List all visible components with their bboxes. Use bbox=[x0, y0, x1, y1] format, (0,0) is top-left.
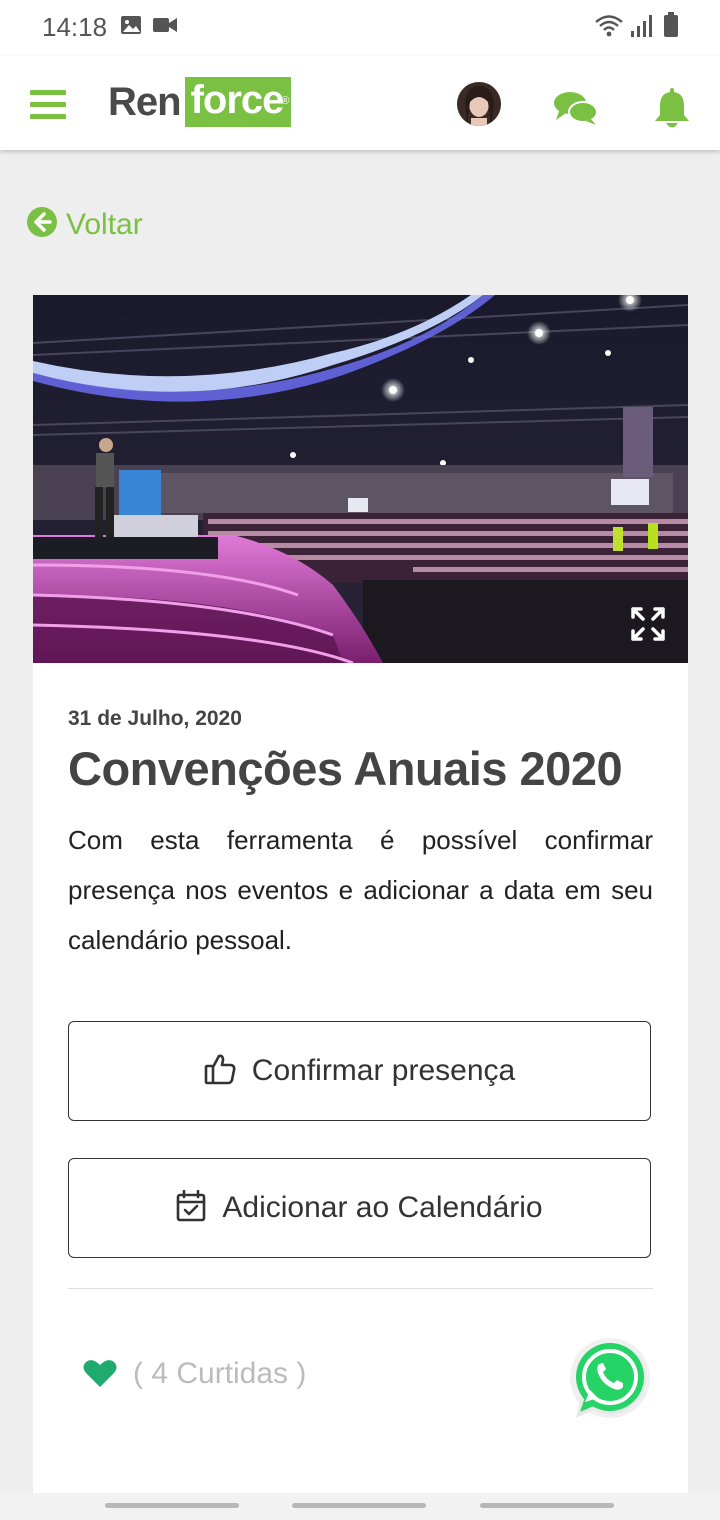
add-to-calendar-label: Adicionar ao Calendário bbox=[222, 1191, 543, 1224]
status-bar: 14:18 bbox=[0, 0, 720, 56]
app-header: Ren force ® bbox=[0, 56, 720, 150]
event-description: Com esta ferramenta é possível confirmar… bbox=[68, 825, 653, 955]
thumbs-up-icon bbox=[204, 1053, 236, 1090]
add-to-calendar-button[interactable]: Adicionar ao Calendário bbox=[68, 1158, 651, 1258]
image-icon bbox=[120, 14, 142, 41]
nav-home-button[interactable] bbox=[292, 1503, 426, 1508]
event-title: Convenções Anuais 2020 bbox=[68, 742, 623, 795]
signal-icon bbox=[630, 14, 652, 43]
likes-count: ( 4 Curtidas ) bbox=[133, 1357, 307, 1390]
confirm-presence-button[interactable]: Confirmar presença bbox=[68, 1021, 651, 1121]
nav-back-button[interactable] bbox=[480, 1503, 614, 1508]
heart-icon[interactable] bbox=[83, 1358, 117, 1393]
expand-icon[interactable] bbox=[631, 607, 665, 646]
logo-text-ren: Ren bbox=[108, 79, 182, 124]
nav-recent-button[interactable] bbox=[105, 1503, 239, 1508]
chat-icon[interactable] bbox=[553, 90, 599, 131]
back-label: Voltar bbox=[66, 207, 143, 241]
video-icon bbox=[153, 17, 177, 38]
status-time: 14:18 bbox=[42, 12, 108, 42]
logo-text-force: force ® bbox=[184, 77, 292, 127]
arrow-left-circle-icon bbox=[26, 206, 58, 243]
battery-icon bbox=[663, 12, 679, 43]
confirm-presence-label: Confirmar presença bbox=[251, 1054, 516, 1087]
bell-icon[interactable] bbox=[654, 88, 690, 135]
whatsapp-share-icon[interactable] bbox=[568, 1338, 652, 1427]
wifi-icon bbox=[594, 14, 624, 43]
renforce-logo[interactable]: Ren force ® bbox=[108, 77, 292, 127]
calendar-check-icon bbox=[176, 1189, 206, 1227]
event-card: 31 de Julho, 2020 Convenções Anuais 2020… bbox=[33, 295, 688, 1495]
back-link[interactable]: Voltar bbox=[26, 206, 143, 243]
event-date: 31 de Julho, 2020 bbox=[68, 707, 242, 730]
menu-icon[interactable] bbox=[30, 90, 66, 120]
avatar[interactable] bbox=[457, 82, 501, 126]
event-image[interactable] bbox=[33, 295, 688, 663]
system-nav-bar bbox=[0, 1493, 720, 1520]
divider bbox=[68, 1288, 653, 1289]
